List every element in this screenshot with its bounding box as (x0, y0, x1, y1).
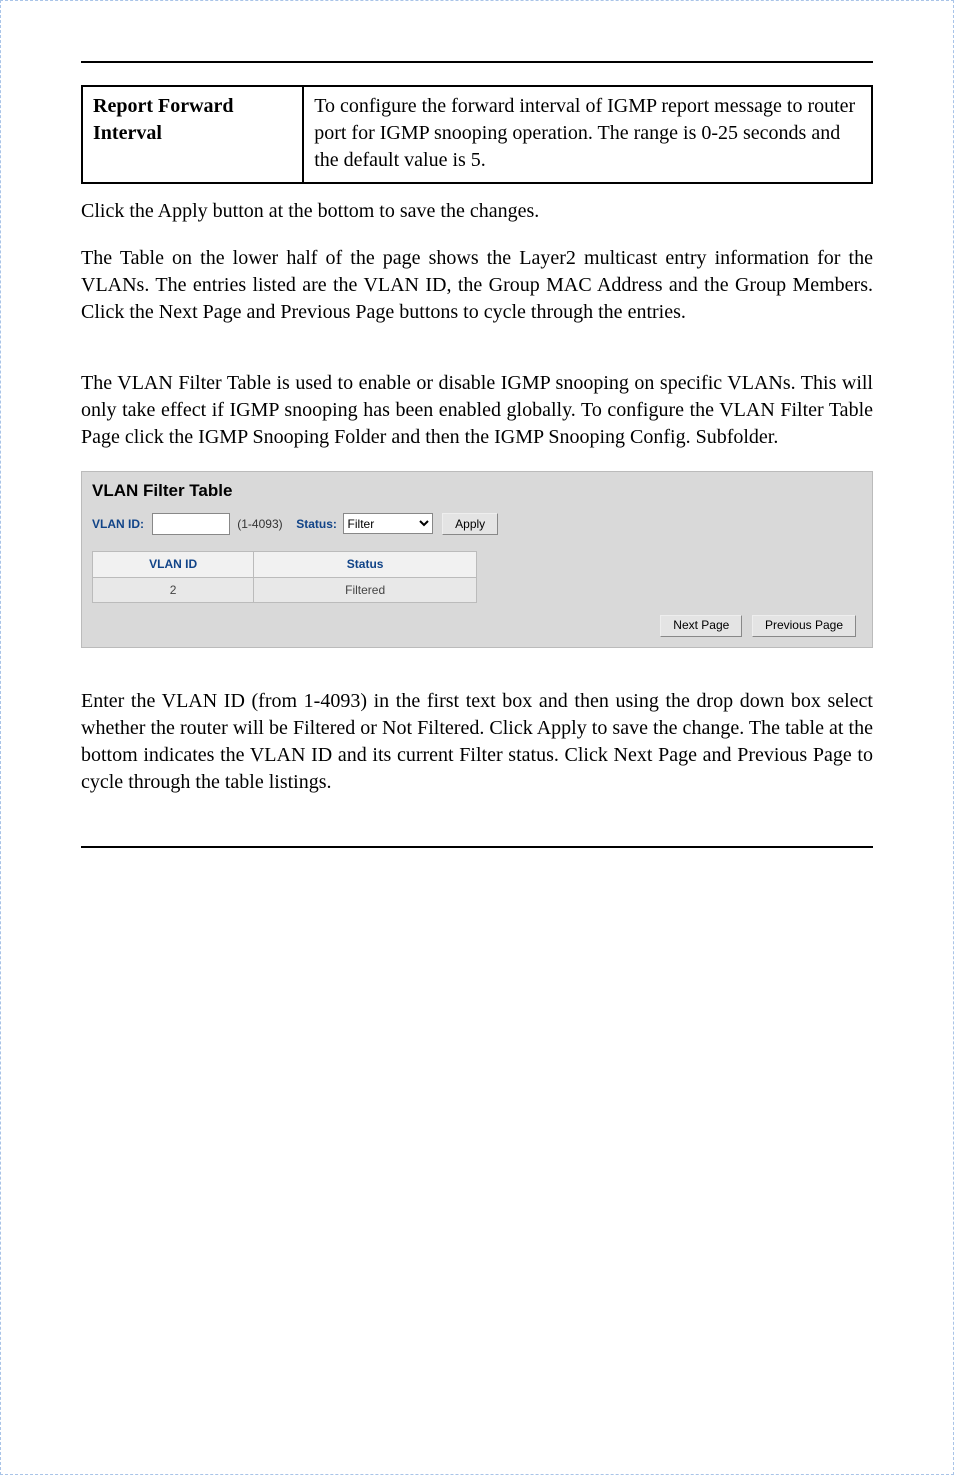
panel-footer: Next Page Previous Page (82, 607, 872, 637)
top-horizontal-rule (81, 61, 873, 63)
panel-title: VLAN Filter Table (82, 472, 872, 513)
paragraph-apply-note: Click the Apply button at the bottom to … (81, 198, 873, 225)
bottom-horizontal-rule (81, 846, 873, 848)
table-row: 2 Filtered (93, 577, 477, 602)
cell-status: Filtered (254, 577, 477, 602)
result-table-wrap: VLAN ID Status 2 Filtered (82, 551, 872, 606)
vlan-id-input[interactable] (152, 513, 230, 535)
previous-page-button[interactable]: Previous Page (752, 615, 856, 637)
status-dropdown[interactable]: Filter (343, 513, 433, 534)
filter-controls-row: VLAN ID: (1-4093) Status: Filter Apply (82, 513, 872, 552)
next-page-button[interactable]: Next Page (660, 615, 742, 637)
cell-vlan-id: 2 (93, 577, 254, 602)
col-status-header: Status (254, 552, 477, 577)
table-row: Report Forward Interval To configure the… (82, 86, 872, 183)
apply-button[interactable]: Apply (442, 513, 498, 535)
result-table: VLAN ID Status 2 Filtered (92, 551, 477, 602)
term-cell: Report Forward Interval (82, 86, 303, 183)
col-vlan-id-header: VLAN ID (93, 552, 254, 577)
status-label: Status: (296, 517, 337, 531)
paragraph-usage-instructions: Enter the VLAN ID (from 1-4093) in the f… (81, 688, 873, 796)
vlan-id-range-hint: (1-4093) (237, 517, 282, 531)
paragraph-table-description: The Table on the lower half of the page … (81, 245, 873, 326)
paragraph-vlan-filter-intro: The VLAN Filter Table is used to enable … (81, 370, 873, 451)
vlan-id-label: VLAN ID: (92, 517, 144, 531)
table-header-row: VLAN ID Status (93, 552, 477, 577)
definition-cell: To configure the forward interval of IGM… (303, 86, 872, 183)
vlan-filter-panel: VLAN Filter Table VLAN ID: (1-4093) Stat… (81, 471, 873, 648)
definition-table: Report Forward Interval To configure the… (81, 85, 873, 184)
